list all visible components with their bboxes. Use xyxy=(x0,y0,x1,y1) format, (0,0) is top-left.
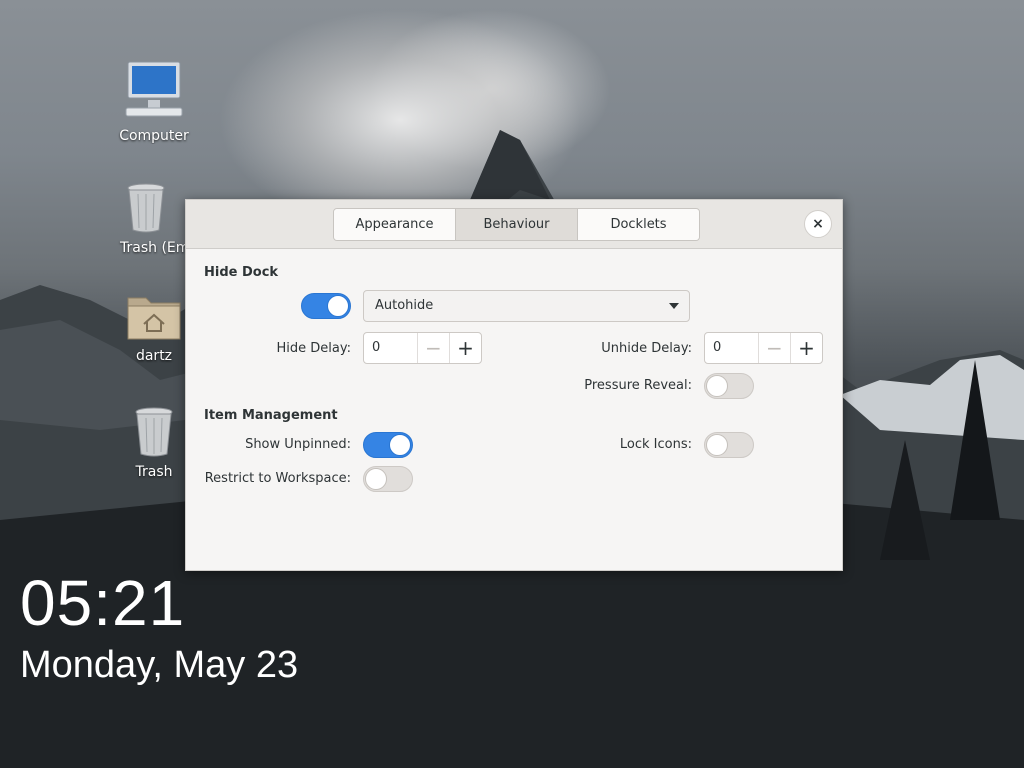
unhide-delay-increment-button[interactable]: + xyxy=(789,333,822,363)
close-icon: × xyxy=(812,216,824,232)
lock-icons-label: Lock Icons: xyxy=(619,437,692,452)
tab-appearance[interactable]: Appearance xyxy=(334,209,456,240)
show-unpinned-label: Show Unpinned: xyxy=(245,437,351,452)
hide-delay-label: Hide Delay: xyxy=(276,341,351,356)
switch-knob xyxy=(327,295,349,317)
item-management-heading: Item Management xyxy=(204,408,338,423)
desktop-icon-computer[interactable]: Computer xyxy=(104,60,204,144)
desktop-icon-label: Trash (Empty) xyxy=(120,240,188,256)
close-button[interactable]: × xyxy=(804,210,832,238)
trash-icon xyxy=(135,407,173,457)
hide-dock-heading: Hide Dock xyxy=(204,265,279,280)
home-folder-icon xyxy=(127,297,181,340)
tab-behaviour[interactable]: Behaviour xyxy=(456,209,578,240)
hide-mode-value: Autohide xyxy=(375,298,434,313)
hide-delay-spinbutton[interactable]: 0 − + xyxy=(363,332,482,364)
hide-delay-input[interactable]: 0 xyxy=(364,333,417,363)
unhide-delay-input[interactable]: 0 xyxy=(705,333,758,363)
desktop-icon-trash-empty[interactable]: Trash (Empty) xyxy=(104,182,188,256)
show-unpinned-switch[interactable] xyxy=(363,432,413,458)
switch-knob xyxy=(365,468,387,490)
switch-knob xyxy=(706,434,728,456)
desktop-icon-label: Computer xyxy=(119,128,189,144)
lock-icons-switch[interactable] xyxy=(704,432,754,458)
switch-knob xyxy=(706,375,728,397)
hide-dock-switch[interactable] xyxy=(301,293,351,319)
restrict-to-workspace-label: Restrict to Workspace: xyxy=(204,471,351,486)
chevron-down-icon xyxy=(669,303,679,309)
tab-docklets[interactable]: Docklets xyxy=(578,209,699,240)
desktop-clock: 05:21 xyxy=(20,567,186,639)
hide-delay-decrement-button[interactable]: − xyxy=(416,333,449,363)
unhide-delay-spinbutton[interactable]: 0 − + xyxy=(704,332,823,364)
hide-delay-increment-button[interactable]: + xyxy=(448,333,481,363)
desktop-date: Monday, May 23 xyxy=(20,644,299,686)
unhide-delay-decrement-button[interactable]: − xyxy=(757,333,790,363)
dock-preferences-window: Appearance Behaviour Docklets × Hide Doc… xyxy=(185,199,843,571)
restrict-to-workspace-switch[interactable] xyxy=(363,466,413,492)
hide-mode-dropdown[interactable]: Autohide xyxy=(363,290,690,322)
unhide-delay-label: Unhide Delay: xyxy=(601,341,692,356)
computer-icon xyxy=(125,61,183,117)
pressure-reveal-switch[interactable] xyxy=(704,373,754,399)
switch-knob xyxy=(389,434,411,456)
window-header: Appearance Behaviour Docklets × xyxy=(186,200,842,249)
trash-icon xyxy=(127,183,165,233)
tab-bar: Appearance Behaviour Docklets xyxy=(333,208,700,241)
pressure-reveal-label: Pressure Reveal: xyxy=(584,378,692,393)
